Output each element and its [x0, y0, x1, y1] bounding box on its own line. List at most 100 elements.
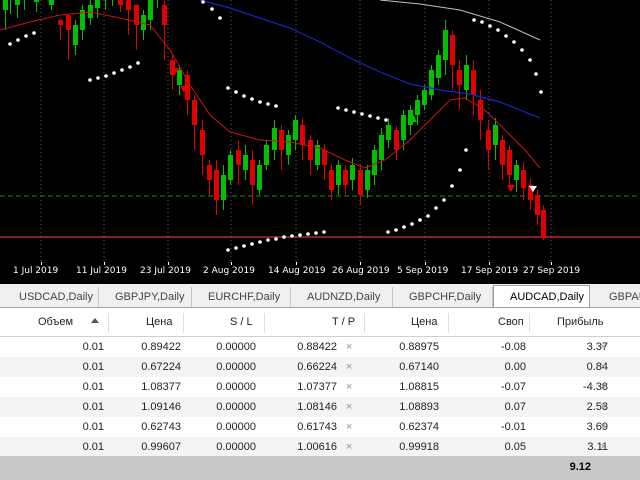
- date-tick: [41, 262, 42, 265]
- parabolic-sar-dot: [250, 242, 254, 246]
- date-tick: [231, 262, 232, 265]
- parabolic-sar-dot: [336, 106, 340, 110]
- parabolic-sar-dot: [242, 94, 246, 98]
- cell-swap: -0.01: [500, 421, 526, 433]
- header-profit[interactable]: Прибыль: [557, 316, 604, 328]
- date-axis: 1 Jul 2019 11 Jul 2019 23 Jul 2019 2 Aug 20…: [0, 262, 640, 284]
- total-profit: 9.12: [569, 461, 591, 473]
- header-swap[interactable]: Своп: [498, 316, 524, 328]
- price-chart[interactable]: [0, 0, 640, 262]
- sell-arrow-icon: [507, 185, 515, 192]
- parabolic-sar-dot: [234, 90, 238, 94]
- sort-ascending-icon[interactable]: [91, 318, 99, 323]
- cell-price: 1.08377: [141, 381, 181, 393]
- header-current-price[interactable]: Цена: [411, 316, 437, 328]
- parabolic-sar-dot: [458, 168, 462, 172]
- bull-candle: [429, 70, 434, 95]
- bull-candle: [514, 165, 519, 180]
- header-take-profit[interactable]: T / P: [332, 316, 355, 328]
- parabolic-sar-dot: [464, 148, 468, 152]
- date-tick: [296, 262, 297, 265]
- parabolic-sar-dot: [539, 90, 543, 94]
- chart-tab-audcad[interactable]: AUDCAD,Daily: [493, 285, 590, 307]
- close-position-icon[interactable]: ×: [600, 361, 606, 373]
- close-position-icon[interactable]: ×: [600, 441, 606, 453]
- parabolic-sar-dot: [418, 218, 422, 222]
- parabolic-sar-dot: [8, 42, 12, 46]
- header-price[interactable]: Цена: [146, 316, 172, 328]
- date-label: 17 Sep 2019: [461, 266, 519, 276]
- remove-take-profit-icon[interactable]: ×: [346, 441, 352, 453]
- bull-candle: [177, 70, 182, 85]
- cell-sl: 0.00000: [216, 381, 256, 393]
- parabolic-sar-dot: [88, 78, 92, 82]
- date-tick: [425, 262, 426, 265]
- parabolic-sar-dot: [376, 116, 380, 120]
- remove-take-profit-icon[interactable]: ×: [346, 361, 352, 373]
- close-position-icon[interactable]: ×: [600, 421, 606, 433]
- table-row[interactable]: 0.01 0.89422 0.00000 0.88422 0.88975 -0.08 3.3…: [0, 337, 640, 357]
- parabolic-sar-dot: [394, 228, 398, 232]
- close-position-icon[interactable]: ×: [600, 381, 606, 393]
- bear-candle: [66, 15, 71, 30]
- parabolic-sar-dot: [442, 198, 446, 202]
- parabolic-sar-dot: [496, 28, 500, 32]
- bear-candle: [308, 140, 313, 160]
- header-volume[interactable]: Объем: [38, 316, 73, 328]
- parabolic-sar-dot: [128, 65, 132, 69]
- remove-take-profit-icon[interactable]: ×: [346, 381, 352, 393]
- bear-candle: [236, 150, 241, 165]
- cell-sl: 0.00000: [216, 341, 256, 353]
- chart-tab-gbpau[interactable]: GBPAU: [593, 287, 640, 307]
- bear-candle: [471, 70, 476, 95]
- cell-volume: 0.01: [82, 401, 104, 413]
- bull-candle: [365, 170, 370, 190]
- remove-take-profit-icon[interactable]: ×: [346, 341, 352, 353]
- bull-candle: [372, 150, 377, 175]
- chart-tab-eurchf[interactable]: EURCHF,Daily: [192, 287, 291, 307]
- parabolic-sar-dot: [282, 235, 286, 239]
- date-label: 11 Jul 2019: [76, 266, 127, 276]
- parabolic-sar-dot: [520, 48, 524, 52]
- bull-candle: [415, 100, 420, 115]
- bull-candle: [386, 125, 391, 140]
- bull-candle: [243, 155, 248, 170]
- chart-tab-gbpjpy[interactable]: GBPJPY,Daily: [99, 287, 192, 307]
- cell-price: 0.62743: [141, 421, 181, 433]
- cell-tp: 1.00616: [297, 441, 337, 453]
- table-row[interactable]: 0.01 0.62743 0.00000 0.61743 0.62374 -0.01 3.6…: [0, 417, 640, 437]
- bear-candle: [394, 130, 399, 150]
- cell-current-price: 0.99918: [399, 441, 439, 453]
- bear-candle: [486, 130, 491, 150]
- chart-tab-gbpchf[interactable]: GBPCHF,Daily: [393, 287, 493, 307]
- table-row[interactable]: 0.01 0.67224 0.00000 0.66224 0.67140 0.00 0.84…: [0, 357, 640, 377]
- parabolic-sar-dot: [218, 16, 222, 20]
- date-label: 5 Sep 2019: [397, 266, 449, 276]
- date-label: 2 Aug 2019: [203, 266, 255, 276]
- cell-current-price: 1.08815: [399, 381, 439, 393]
- bear-candle: [214, 170, 219, 200]
- bear-candle: [541, 210, 546, 238]
- cell-tp: 0.88422: [297, 341, 337, 353]
- bear-candle: [358, 170, 363, 195]
- parabolic-sar-dot: [250, 97, 254, 101]
- table-row[interactable]: 0.01 1.09146 0.00000 1.08146 1.08893 0.07 2.53…: [0, 397, 640, 417]
- header-stop-loss[interactable]: S / L: [230, 316, 253, 328]
- parabolic-sar-dot: [402, 225, 406, 229]
- cell-swap: 0.07: [504, 401, 526, 413]
- bull-candle: [401, 115, 406, 140]
- remove-take-profit-icon[interactable]: ×: [346, 401, 352, 413]
- table-row[interactable]: 0.01 0.99607 0.00000 1.00616 0.99918 0.05 3.11…: [0, 437, 640, 457]
- close-position-icon[interactable]: ×: [600, 341, 606, 353]
- date-label: 14 Aug 2019: [268, 266, 326, 276]
- bear-candle: [200, 130, 205, 155]
- parabolic-sar-dot: [386, 230, 390, 234]
- cell-swap: -0.08: [500, 341, 526, 353]
- close-position-icon[interactable]: ×: [600, 401, 606, 413]
- parabolic-sar-dot: [234, 246, 238, 250]
- chart-tab-audnzd[interactable]: AUDNZD,Daily: [291, 287, 393, 307]
- parabolic-sar-dot: [226, 248, 230, 252]
- chart-tab-usdcad[interactable]: USDCAD,Daily: [3, 287, 99, 307]
- table-row[interactable]: 0.01 1.08377 0.00000 1.07377 1.08815 -0.07 -4.…: [0, 377, 640, 397]
- remove-take-profit-icon[interactable]: ×: [346, 421, 352, 433]
